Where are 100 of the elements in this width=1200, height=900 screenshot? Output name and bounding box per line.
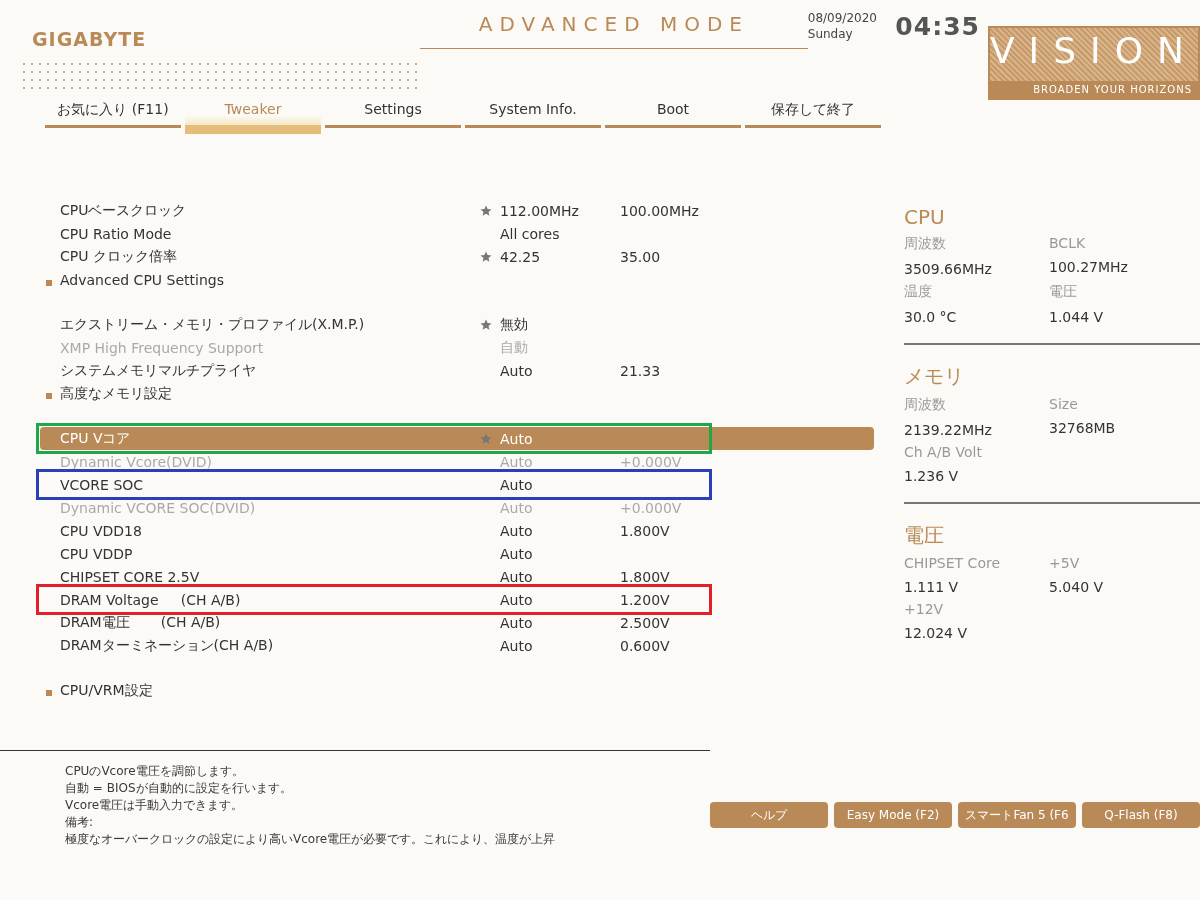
setting-value: Auto bbox=[500, 453, 534, 470]
setting-name: CPU Ratio Mode bbox=[60, 225, 173, 242]
setting-value: Auto bbox=[500, 362, 534, 379]
setting-value: Auto bbox=[500, 591, 534, 608]
setting-name: DRAMターミネーション(CH A/B) bbox=[60, 636, 275, 655]
menu-tab[interactable]: Settings bbox=[325, 101, 461, 128]
setting-name: システムメモリマルチプライヤ bbox=[60, 361, 257, 380]
monitor-title: メモリ bbox=[904, 363, 965, 390]
badge-title: VISION bbox=[989, 28, 1198, 81]
monitor-value: 32768MB bbox=[1049, 420, 1117, 436]
monitor-value: 30.0 °C bbox=[904, 309, 958, 325]
default-value: 1.800V bbox=[620, 568, 671, 585]
monitor-value: 1.044 V bbox=[1049, 309, 1105, 325]
menu-tab[interactable]: 保存して終了 bbox=[745, 101, 881, 128]
setting-name: CHIPSET CORE 2.5V bbox=[60, 568, 201, 585]
help-text: 自動 = BIOSが自動的に設定を行います。 bbox=[65, 780, 292, 797]
bullet-icon bbox=[46, 279, 52, 286]
setting-value: Auto bbox=[500, 637, 534, 654]
setting-row[interactable]: DRAM Voltage (CH A/B) Auto 1.200V bbox=[40, 588, 874, 611]
setting-value: Auto bbox=[500, 545, 534, 562]
setting-row[interactable]: CPU Ratio Mode All cores bbox=[40, 222, 874, 245]
menu-tab[interactable]: お気に入り (F11) bbox=[45, 101, 181, 128]
monitor-title: CPU bbox=[904, 205, 946, 229]
monitor-label: CHIPSET Core bbox=[904, 555, 1001, 571]
monitor-label: +12V bbox=[904, 601, 945, 617]
default-value: +0.000V bbox=[620, 499, 683, 516]
setting-row[interactable]: DRAM電圧 (CH A/B) Auto 2.500V bbox=[40, 611, 874, 634]
setting-value: Auto bbox=[500, 614, 534, 631]
monitor-value: 12.024 V bbox=[904, 625, 968, 641]
monitor-label: 周波数 bbox=[904, 235, 947, 253]
setting-name: DRAM電圧 (CH A/B) bbox=[60, 613, 222, 632]
setting-name: エクストリーム・メモリ・プロファイル(X.M.P.) bbox=[60, 315, 366, 334]
default-value: 35.00 bbox=[620, 248, 662, 265]
default-value: 1.800V bbox=[620, 522, 671, 539]
setting-value: Auto bbox=[500, 499, 534, 516]
setting-name: CPU VDD18 bbox=[60, 522, 143, 539]
submenu-label: 高度なメモリ設定 bbox=[60, 384, 172, 401]
setting-value: Auto bbox=[500, 522, 534, 539]
monitor-label: +5V bbox=[1049, 555, 1081, 571]
monitor-label: 温度 bbox=[904, 283, 933, 301]
setting-name: Dynamic Vcore(DVID) bbox=[60, 453, 214, 470]
monitor-value: 3509.66MHz bbox=[904, 261, 993, 277]
monitor-value: 5.040 V bbox=[1049, 579, 1105, 595]
monitor-label: BCLK bbox=[1049, 235, 1087, 251]
setting-value: 112.00MHz bbox=[500, 202, 580, 219]
submenu-row[interactable]: 高度なメモリ設定 bbox=[40, 382, 874, 405]
default-value: 0.600V bbox=[620, 637, 671, 654]
submenu-row[interactable]: Advanced CPU Settings bbox=[40, 268, 874, 291]
setting-name: XMP High Frequency Support bbox=[60, 339, 265, 356]
monitor-value: 1.236 V bbox=[904, 468, 960, 484]
setting-row[interactable]: エクストリーム・メモリ・プロファイル(X.M.P.) 無効 bbox=[40, 313, 874, 336]
monitor-label: Size bbox=[1049, 396, 1079, 412]
setting-value: All cores bbox=[500, 225, 561, 242]
setting-row[interactable]: CPU クロック倍率 42.25 35.00 bbox=[40, 245, 874, 268]
default-value: 2.500V bbox=[620, 614, 671, 631]
monitor-value: 100.27MHz bbox=[1049, 259, 1129, 275]
monitor-title: 電圧 bbox=[904, 522, 945, 549]
default-value: 1.200V bbox=[620, 591, 671, 608]
monitor-label: 電圧 bbox=[1049, 283, 1078, 301]
setting-row[interactable]: DRAMターミネーション(CH A/B) Auto 0.600V bbox=[40, 634, 874, 657]
setting-row[interactable]: CHIPSET CORE 2.5V Auto 1.800V bbox=[40, 565, 874, 588]
setting-name: Dynamic VCORE SOC(DVID) bbox=[60, 499, 257, 516]
mode-title: ADVANCED MODE bbox=[478, 12, 749, 36]
default-value: 100.00MHz bbox=[620, 202, 700, 219]
setting-name: CPU VDDP bbox=[60, 545, 134, 562]
submenu-row[interactable]: CPU/VRM設定 bbox=[40, 679, 874, 702]
setting-row[interactable]: CPU VDD18 Auto 1.800V bbox=[40, 519, 874, 542]
setting-value: 無効 bbox=[500, 315, 529, 334]
help-text: 極度なオーバークロックの設定により高いVcore電圧が必要です。これにより、温度が上昇 bbox=[65, 831, 556, 848]
submenu-label: CPU/VRM設定 bbox=[60, 681, 153, 698]
help-text: Vcore電圧は手動入力できます。 bbox=[65, 797, 244, 814]
date: 08/09/2020 bbox=[807, 10, 877, 26]
default-value: +0.000V bbox=[620, 453, 683, 470]
help-text: 備考: bbox=[65, 814, 94, 831]
setting-name: CPU Vコア bbox=[60, 429, 132, 448]
setting-value: 42.25 bbox=[500, 248, 542, 265]
monitor-label: 周波数 bbox=[904, 396, 947, 414]
monitor-value: 2139.22MHz bbox=[904, 422, 993, 438]
default-value: 21.33 bbox=[620, 362, 662, 379]
setting-name: CPU クロック倍率 bbox=[60, 247, 178, 266]
submenu-label: Advanced CPU Settings bbox=[60, 271, 224, 288]
setting-row[interactable]: CPU VDDP Auto bbox=[40, 542, 874, 565]
monitor-value: 1.111 V bbox=[904, 579, 960, 595]
menu-tab[interactable]: System Info. bbox=[465, 101, 601, 128]
setting-row[interactable]: VCORE SOC Auto bbox=[40, 473, 874, 496]
bullet-icon bbox=[46, 689, 52, 696]
setting-row[interactable]: CPUベースクロック 112.00MHz 100.00MHz bbox=[40, 199, 874, 222]
weekday: Sunday bbox=[807, 26, 853, 42]
setting-value: Auto bbox=[500, 476, 534, 493]
setting-name: VCORE SOC bbox=[60, 476, 145, 493]
badge-tagline: BROADEN YOUR HORIZONS bbox=[989, 81, 1198, 98]
clock: 04:35 bbox=[895, 12, 980, 41]
help-text: CPUのVcore電圧を調節します。 bbox=[65, 763, 244, 780]
setting-value: 自動 bbox=[500, 338, 529, 357]
monitor-label: Ch A/B Volt bbox=[904, 444, 983, 460]
bullet-icon bbox=[46, 392, 52, 399]
setting-value: Auto bbox=[500, 568, 534, 585]
menu-tab[interactable]: Boot bbox=[605, 101, 741, 128]
setting-name: DRAM Voltage (CH A/B) bbox=[60, 591, 242, 608]
setting-row[interactable]: システムメモリマルチプライヤ Auto 21.33 bbox=[40, 359, 874, 382]
